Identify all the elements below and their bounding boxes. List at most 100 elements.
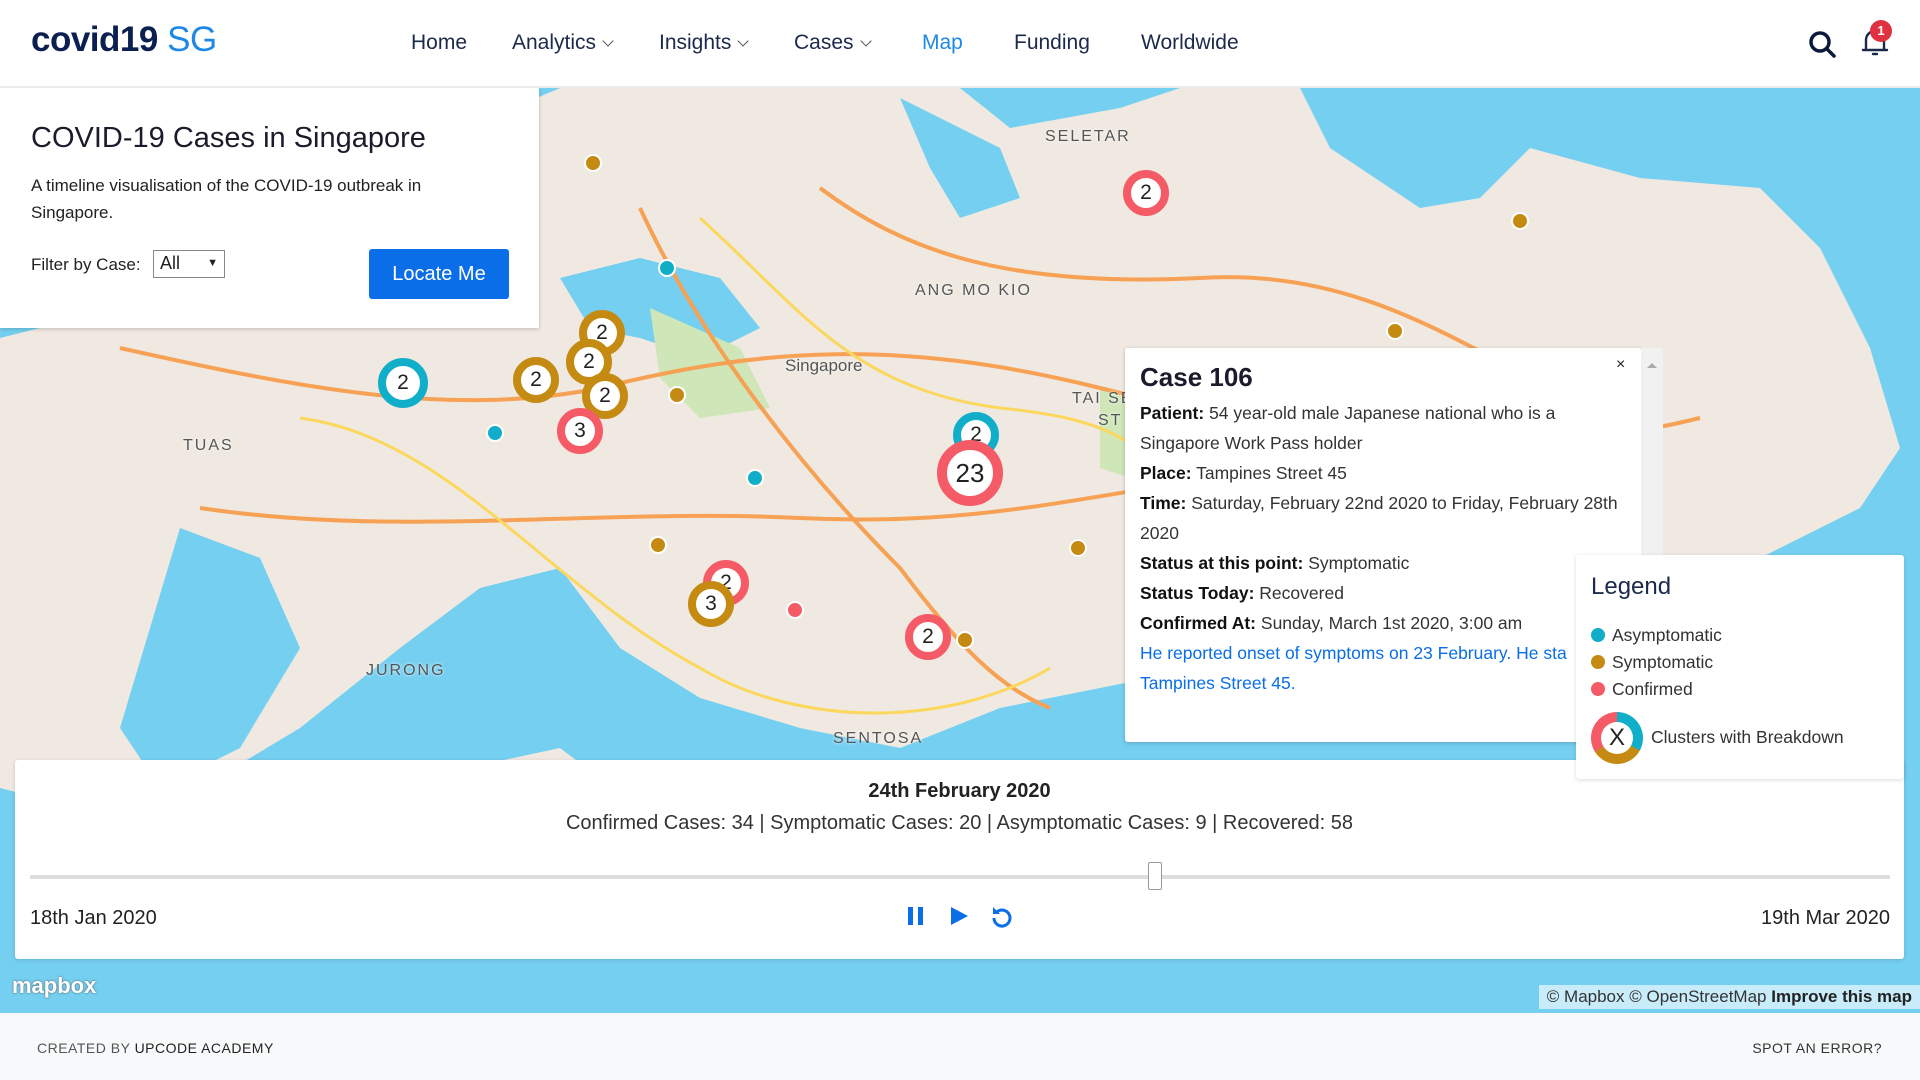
- nav-cases-label: Cases: [794, 31, 854, 54]
- info-panel: COVID-19 Cases in Singapore A timeline v…: [0, 88, 539, 328]
- spot-error-link[interactable]: SPOT AN ERROR?: [1752, 1040, 1882, 1056]
- popup-note-line1: He reported onset of symptoms on 23 Febr…: [1140, 643, 1567, 663]
- nav-insights[interactable]: Insights: [659, 31, 750, 55]
- attribution-text[interactable]: © Mapbox © OpenStreetMap: [1547, 987, 1767, 1006]
- nav-insights-label: Insights: [659, 31, 732, 54]
- legend: Legend Asymptomatic Symptomatic Confirme…: [1576, 555, 1904, 779]
- chevron-down-icon: [737, 35, 750, 47]
- cluster-marker[interactable]: 2: [378, 358, 428, 408]
- nav-map[interactable]: Map: [922, 31, 963, 55]
- improve-map-link[interactable]: Improve this map: [1771, 987, 1912, 1006]
- case-marker-symptomatic[interactable]: [649, 536, 667, 554]
- cluster-marker[interactable]: 23: [937, 440, 1003, 506]
- popup-title: Case 106: [1140, 362, 1253, 392]
- case-marker-asymptomatic[interactable]: [486, 424, 504, 442]
- logo[interactable]: covid19 SG: [31, 20, 217, 60]
- cluster-marker[interactable]: 3: [557, 408, 603, 454]
- case-marker-symptomatic[interactable]: [668, 386, 686, 404]
- cluster-symbol: X: [1601, 722, 1633, 754]
- timeline-end-date: 19th Mar 2020: [1761, 907, 1890, 929]
- legend-cluster-label: Clusters with Breakdown: [1651, 727, 1844, 747]
- logo-accent: SG: [167, 20, 217, 59]
- timeline-slider-track[interactable]: [30, 875, 1890, 879]
- popup-scrollbar[interactable]: [1641, 348, 1663, 558]
- case-marker-symptomatic[interactable]: [1386, 322, 1404, 340]
- case-marker-symptomatic[interactable]: [1511, 212, 1529, 230]
- place-label: Place:: [1140, 463, 1192, 483]
- nav-analytics[interactable]: Analytics: [512, 31, 614, 55]
- case-popup: Case 106 Patient: 54 year-old male Japan…: [1125, 348, 1641, 742]
- nav-cases[interactable]: Cases: [794, 31, 872, 55]
- map-label-singapore: Singapore: [785, 356, 863, 375]
- search-icon[interactable]: [1808, 30, 1836, 58]
- map-label-sentosa: SENTOSA: [833, 730, 924, 747]
- cluster-marker[interactable]: 2: [1123, 170, 1169, 216]
- top-nav: covid19 SG Home Analytics Insights Cases…: [0, 0, 1920, 88]
- page-title: COVID-19 Cases in Singapore: [31, 122, 426, 154]
- dot-icon: [1591, 628, 1605, 642]
- replay-icon[interactable]: [988, 904, 1016, 932]
- case-marker-symptomatic[interactable]: [956, 631, 974, 649]
- legend-title: Legend: [1591, 573, 1672, 600]
- mapbox-logo[interactable]: mapbox: [12, 973, 96, 999]
- cluster-marker[interactable]: 2: [905, 614, 951, 660]
- legend-symptomatic: Symptomatic: [1591, 652, 1713, 673]
- legend-label: Confirmed: [1612, 679, 1693, 699]
- legend-asymptomatic: Asymptomatic: [1591, 625, 1722, 646]
- dot-icon: [1591, 655, 1605, 669]
- locate-me-button[interactable]: Locate Me: [369, 249, 509, 299]
- case-marker-symptomatic[interactable]: [1069, 539, 1087, 557]
- timeline-slider-handle[interactable]: [1148, 862, 1163, 890]
- map-label-tuas: TUAS: [183, 437, 234, 454]
- timeline-start-date: 18th Jan 2020: [30, 907, 157, 929]
- created-by-label: CREATED BY: [37, 1040, 131, 1056]
- close-icon[interactable]: ×: [1616, 356, 1625, 374]
- case-marker-asymptomatic[interactable]: [746, 469, 764, 487]
- popup-note-line2: Tampines Street 45.: [1140, 673, 1296, 693]
- case-marker-symptomatic[interactable]: [584, 154, 602, 172]
- map-label-jurong: JURONG: [366, 662, 446, 679]
- timeline-date: 24th February 2020: [868, 780, 1051, 802]
- timeline-stats: Confirmed Cases: 34 | Symptomatic Cases:…: [565, 812, 1354, 834]
- nav-worldwide[interactable]: Worldwide: [1141, 31, 1239, 55]
- page-description: A timeline visualisation of the COVID-19…: [31, 176, 422, 222]
- org-link[interactable]: UPCODE ACADEMY: [135, 1040, 274, 1056]
- timeline-panel: 24th February 2020 Confirmed Cases: 34 |…: [15, 760, 1904, 959]
- patient-label: Patient:: [1140, 403, 1205, 423]
- map-label-st: ST: [1098, 412, 1123, 429]
- today-value: Recovered: [1259, 583, 1344, 603]
- notification-badge: 1: [1870, 20, 1892, 42]
- filter-label: Filter by Case:: [31, 255, 141, 274]
- map-label-seletar: SELETAR: [1045, 128, 1131, 145]
- chevron-down-icon: [859, 35, 872, 47]
- confirmed-label: Confirmed At:: [1140, 613, 1257, 633]
- confirmed-value: Sunday, March 1st 2020, 3:00 am: [1260, 613, 1523, 633]
- time-value: Saturday, February 22nd 2020 to Friday, …: [1140, 493, 1618, 543]
- status-value: Symptomatic: [1308, 553, 1410, 573]
- map-label-ang-mo-kio: ANG MO KIO: [915, 282, 1032, 299]
- status-label: Status at this point:: [1140, 553, 1304, 573]
- legend-confirmed: Confirmed: [1591, 679, 1693, 700]
- time-label: Time:: [1140, 493, 1187, 513]
- case-filter-select[interactable]: All: [153, 250, 225, 278]
- nav-analytics-label: Analytics: [512, 31, 597, 54]
- nav-home[interactable]: Home: [411, 31, 467, 55]
- case-marker-asymptomatic[interactable]: [658, 259, 676, 277]
- place-value: Tampines Street 45: [1196, 463, 1347, 483]
- popup-body: Patient: 54 year-old male Japanese natio…: [1140, 398, 1635, 698]
- nav-funding[interactable]: Funding: [1014, 31, 1090, 55]
- map-attribution: © Mapbox © OpenStreetMap Improve this ma…: [1538, 985, 1920, 1009]
- legend-label: Asymptomatic: [1612, 625, 1722, 645]
- legend-label: Symptomatic: [1612, 652, 1714, 672]
- footer-credit: CREATED BY UPCODE ACADEMY: [37, 1040, 274, 1056]
- case-marker-confirmed[interactable]: [786, 601, 804, 619]
- today-label: Status Today:: [1140, 583, 1255, 603]
- logo-main: covid19: [31, 20, 158, 59]
- pause-icon[interactable]: [905, 904, 927, 928]
- cluster-marker[interactable]: 2: [513, 357, 559, 403]
- cluster-icon: X: [1591, 712, 1643, 764]
- dot-icon: [1591, 682, 1605, 696]
- chevron-down-icon: [602, 35, 614, 47]
- play-icon[interactable]: [948, 904, 970, 928]
- cluster-marker[interactable]: 3: [688, 581, 734, 627]
